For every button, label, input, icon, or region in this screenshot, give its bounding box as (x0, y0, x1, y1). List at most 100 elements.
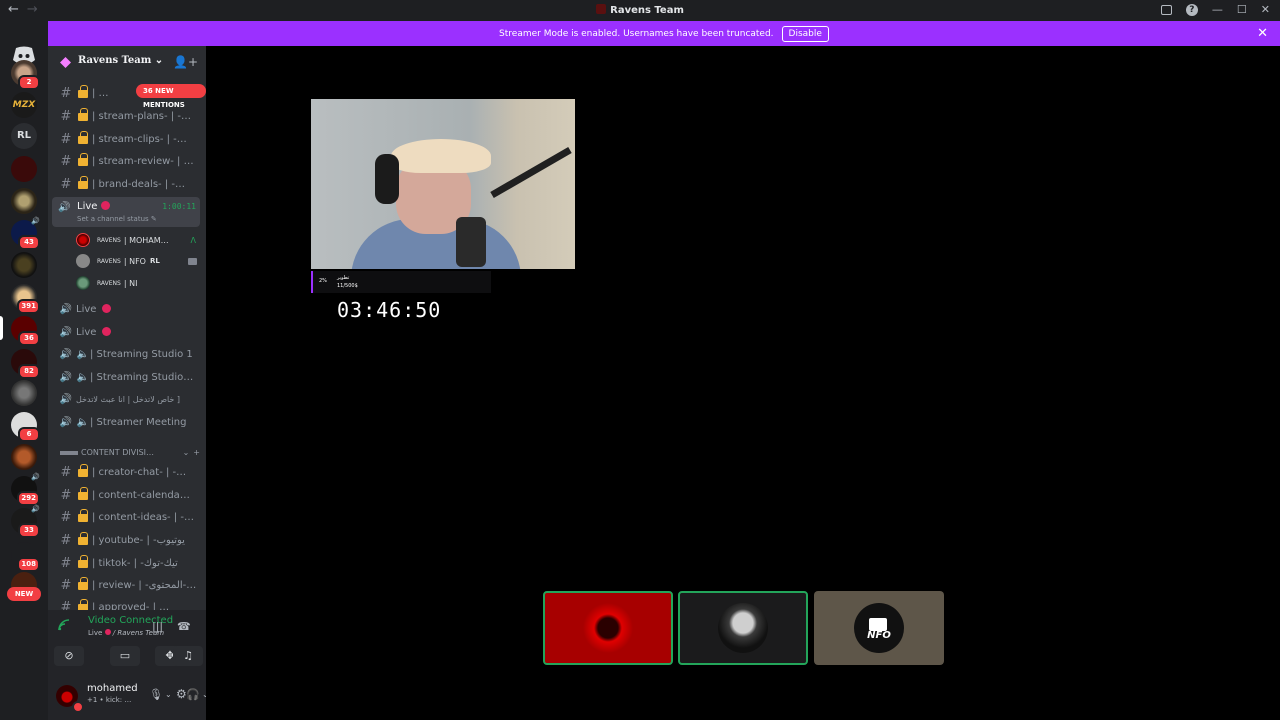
voice-channel[interactable]: 🔊 🔈 | Streamer Meeting (52, 412, 202, 432)
maximize-icon[interactable]: ☐ (1237, 3, 1247, 16)
voice-channel[interactable]: 🔊 Live (52, 299, 202, 319)
participant-tile[interactable]: NFO (814, 591, 944, 665)
goal-amount: 11/500$ (337, 283, 358, 289)
guild-icon[interactable]: 2 (11, 60, 40, 90)
speaker-emoji-icon: 🔈 (76, 416, 90, 428)
voice-channel[interactable]: 🔊 Live (52, 322, 202, 342)
channel-item[interactable]: # | content-ideas- | -… (52, 507, 202, 527)
disable-button[interactable]: Disable (781, 25, 829, 42)
add-channel-icon[interactable]: + (193, 448, 200, 457)
headphones-icon[interactable]: 🎧 (186, 688, 200, 701)
voice-user[interactable]: RAVENS | NI (76, 273, 200, 293)
minimize-icon[interactable]: — (1212, 3, 1223, 16)
hash-icon: # (60, 108, 72, 124)
noise-suppression-icon[interactable]: ||| (152, 620, 163, 633)
server-name: Ravens Team ⌄ (78, 55, 164, 66)
selected-guild-pill (0, 316, 3, 340)
guild-icon[interactable]: 🔊 43 (11, 217, 40, 250)
guild-avatar: RL (11, 123, 37, 149)
channel-item[interactable]: # | content-calenda… (52, 485, 202, 505)
guild-icon[interactable]: 82 (11, 349, 40, 379)
close-window-icon[interactable]: ✕ (1261, 3, 1270, 16)
channel-item[interactable]: # | stream-review- | … (52, 151, 202, 171)
speaker-emoji-icon: 🔈 (76, 348, 90, 360)
mention-badge: 292 (17, 491, 40, 506)
screen-share-button[interactable]: ▭ (110, 646, 140, 666)
microphone-icon[interactable]: 🎙 (149, 688, 163, 701)
hash-icon: # (60, 176, 72, 192)
guild-icon[interactable]: 391 (11, 284, 40, 314)
server-header[interactable]: Ravens Team ⌄ 👤+ (48, 46, 206, 78)
title-bar: ← → Ravens Team ? — ☐ ✕ (0, 0, 1280, 21)
mention-badge: 33 (18, 523, 40, 538)
donation-goal-overlay: 2% تطوير 11/500$ (311, 271, 491, 293)
voice-channel[interactable]: 🔊 خاص لاتدخل | انا عبث لاتدخل ] (52, 389, 202, 409)
guild-icon[interactable]: 108 (11, 542, 40, 572)
guild-icon[interactable]: 🔊 33 (11, 505, 40, 538)
username[interactable]: mohamed (87, 683, 138, 694)
channel-label: | review- | -المحتوى-… (92, 579, 197, 591)
guild-icon[interactable]: 🔊 292 (11, 473, 40, 506)
guild-icon[interactable]: MZX (11, 92, 37, 118)
channel-item[interactable]: # | brand-deals- | -… (52, 174, 202, 194)
channel-item[interactable]: # | tiktok- | -تيك-توك (52, 553, 202, 573)
guild-icon[interactable] (11, 380, 37, 406)
guild-icon[interactable] (11, 188, 37, 214)
chevron-down-icon[interactable]: ⌄ (165, 690, 172, 699)
speaker-icon: 🔊 (59, 303, 73, 315)
participant-tile[interactable] (678, 591, 808, 665)
guild-icon[interactable]: 36 (11, 316, 40, 346)
voice-user[interactable]: RAVENS | NFO RL (76, 251, 200, 271)
stream-countdown: 03:46:50 (337, 298, 442, 322)
avatar (76, 276, 90, 290)
voice-channel[interactable]: 🔊 🔈 | Streaming Studio 1 (52, 344, 202, 364)
channel-status[interactable]: Set a channel status ✎ (77, 215, 157, 223)
voice-channel[interactable]: 🔊 🔈 | Streaming Studio… (52, 367, 202, 387)
hash-icon: # (60, 487, 72, 503)
voice-channel-live-active[interactable]: 🔊 Live 1:00:11 Set a channel status ✎ (52, 197, 200, 227)
category-header[interactable]: CONTENT DIVISI… ⌄ + (60, 448, 200, 457)
guild-icon[interactable] (11, 156, 37, 182)
connection-signal-icon[interactable] (58, 619, 70, 631)
streamer-mode-banner: Streamer Mode is enabled. Usernames have… (48, 21, 1280, 46)
headphones-graphic (375, 154, 399, 204)
channel-item[interactable]: # | youtube- | -يوتيوب (52, 530, 202, 550)
inbox-icon[interactable] (1160, 4, 1172, 15)
guild-icon[interactable] (11, 444, 37, 470)
hash-icon: # (60, 153, 72, 169)
close-icon[interactable]: ✕ (1257, 26, 1268, 41)
channel-label: Live (76, 303, 111, 315)
add-member-icon[interactable]: 👤+ (173, 55, 198, 69)
channel-label: | content-calenda… (92, 489, 190, 501)
participant-tile[interactable] (543, 591, 673, 665)
chevron-down-icon[interactable]: ⌄ (183, 448, 190, 457)
new-unreads-pill[interactable]: NEW (7, 587, 41, 601)
guild-avatar (11, 380, 37, 406)
hash-icon: # (60, 464, 72, 480)
screen-share-stream[interactable] (311, 99, 575, 269)
guild-icon[interactable]: 6 (11, 412, 40, 442)
guild-icon[interactable]: RL (11, 123, 37, 149)
camera-icon (188, 257, 197, 265)
disconnect-icon[interactable]: ☎ (177, 620, 191, 633)
settings-gear-icon[interactable]: ⚙ (176, 687, 187, 701)
user-status: +1 • kick: … (87, 696, 132, 704)
guild-icon[interactable] (11, 252, 37, 278)
goal-title: تطوير (337, 275, 350, 281)
hash-icon: # (60, 532, 72, 548)
soundboard-button[interactable]: ♫ (173, 646, 203, 666)
channel-item[interactable]: # | stream-clips- | -… (52, 129, 202, 149)
help-icon[interactable]: ? (1185, 3, 1198, 16)
lock-icon (78, 84, 88, 98)
camera-off-button[interactable]: ⊘ (54, 646, 84, 666)
mention-badge: 2 (18, 75, 40, 90)
camera-icon (869, 618, 887, 631)
mention-badge: 108 (17, 557, 40, 572)
channel-item[interactable]: # | creator-chat- | -… (52, 462, 202, 482)
window-title: Ravens Team (0, 4, 1280, 16)
channel-label: | Streaming Studio… (90, 371, 194, 383)
voice-user[interactable]: RAVENS | MOHAM… Λ (76, 230, 200, 250)
avatar (76, 233, 90, 247)
channel-item[interactable]: # | review- | -المحتوى-… (52, 575, 202, 595)
new-mentions-pill[interactable]: 36 NEW MENTIONS (136, 84, 206, 109)
